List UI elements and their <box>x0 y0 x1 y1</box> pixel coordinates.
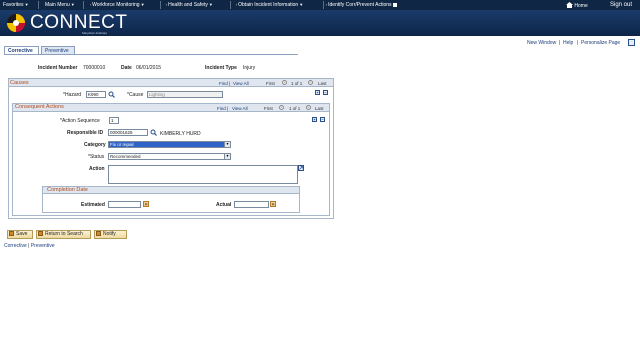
return-icon <box>38 231 43 236</box>
causes-next-button[interactable]: › <box>308 80 313 85</box>
cause-label: *Cause <box>127 92 144 98</box>
nav-separator <box>38 1 39 9</box>
incident-number-value: 70000010 <box>83 65 106 71</box>
bottom-preventive-link[interactable]: Preventive <box>31 243 55 249</box>
estimated-date-input[interactable] <box>108 201 141 208</box>
connect-logo: CONNECT <box>30 12 128 33</box>
responsible-lookup-icon[interactable] <box>150 129 157 136</box>
causes-position: 1 of 1 <box>291 81 303 86</box>
consequent-delete-row-button[interactable]: − <box>320 117 325 122</box>
favorites-menu[interactable]: Favorites▼ <box>3 2 29 8</box>
home-icon <box>566 2 573 8</box>
expand-textarea-icon[interactable] <box>298 165 304 171</box>
tab-corrective[interactable]: Corrective <box>4 46 39 54</box>
hazard-label: *Hazard <box>63 92 82 98</box>
nav-separator <box>323 1 324 9</box>
responsible-name: KIMBERLY HURD <box>160 131 201 137</box>
personalize-page-link[interactable]: Personalize Page <box>581 40 620 46</box>
tab-preventive[interactable]: Preventive <box>41 46 75 54</box>
nav-separator <box>160 1 161 9</box>
consequent-next-button[interactable]: › <box>306 105 311 110</box>
causes-first-label: First <box>266 81 275 86</box>
nav-separator: | <box>229 81 231 86</box>
new-window-link[interactable]: New Window <box>527 40 556 46</box>
help-link[interactable]: Help <box>563 40 573 46</box>
signout-link[interactable]: Sign out <box>610 2 632 8</box>
causes-prev-button[interactable]: ‹ <box>282 80 287 85</box>
responsible-id-label: Responsible ID <box>67 130 104 136</box>
save-button[interactable]: Save <box>7 230 33 239</box>
consequent-find-link[interactable]: Find <box>217 106 226 111</box>
action-sequence-label: *Action Sequence <box>60 118 100 124</box>
causes-add-row-button[interactable]: + <box>315 90 320 95</box>
toolbar-separator: | <box>559 40 561 46</box>
responsible-id-input[interactable]: 000001625 <box>108 129 148 136</box>
main-menu[interactable]: Main Menu▼ <box>45 2 75 8</box>
window-icon <box>392 2 397 7</box>
return-to-search-button[interactable]: Return to Search <box>36 230 91 239</box>
page-options-icon[interactable] <box>628 39 635 46</box>
causes-view-all-link[interactable]: View All <box>233 81 249 86</box>
top-nav-bar: Favorites▼ Main Menu▼ › Workforce Monito… <box>0 0 640 10</box>
home-link[interactable]: Home <box>566 2 588 9</box>
consequent-last-label: Last <box>315 106 324 111</box>
status-label: *Status <box>88 154 105 160</box>
incident-date-value: 06/01/2015 <box>136 65 162 71</box>
status-select[interactable]: Recommended ▼ <box>108 153 231 160</box>
bottom-corrective-link[interactable]: Corrective <box>4 243 27 249</box>
consequent-actions-title: Consequent Actions <box>15 104 64 110</box>
consequent-view-all-link[interactable]: View All <box>232 106 248 111</box>
breadcrumb-workforce[interactable]: › Workforce Monitoring▼ <box>90 2 145 8</box>
completion-date-title: Completion Date <box>47 187 88 193</box>
causes-find-link[interactable]: Find <box>219 81 228 86</box>
incident-type-value: Injury <box>243 65 256 71</box>
maryland-flag-logo-icon <box>7 14 25 32</box>
consequent-position: 1 of 1 <box>289 106 301 111</box>
actual-label: Actual <box>216 202 232 208</box>
causes-last-label: Last <box>318 81 327 86</box>
breadcrumb-obtain[interactable]: › Obtain Incident Information▼ <box>236 2 303 8</box>
estimated-calendar-icon[interactable]: ▦ <box>143 201 149 207</box>
actual-date-input[interactable] <box>234 201 269 208</box>
breadcrumb-identify[interactable]: › Identify Corr/Prevent Actions <box>326 2 397 8</box>
hazard-input[interactable]: K990 <box>86 91 106 98</box>
actual-calendar-icon[interactable]: ▦ <box>270 201 276 207</box>
hazard-lookup-icon[interactable] <box>108 91 115 98</box>
incident-type-label: Incident Type <box>205 65 237 71</box>
nav-separator: | <box>227 106 229 111</box>
notify-icon <box>96 231 101 236</box>
incident-date-label: Date <box>121 65 132 71</box>
category-select[interactable]: Fix or repair ▼ <box>108 141 231 148</box>
notify-button[interactable]: Notify <box>94 230 127 239</box>
incident-number-label: Incident Number <box>38 65 78 71</box>
nav-separator <box>230 1 231 9</box>
causes-delete-row-button[interactable]: − <box>323 90 328 95</box>
chevron-down-icon: ▼ <box>224 142 230 147</box>
chevron-down-icon: ▼ <box>224 154 230 159</box>
action-sequence-input[interactable]: 1 <box>109 117 119 124</box>
logo-subtitle: Maryland Judiciary <box>82 31 108 35</box>
tab-underline <box>4 54 298 55</box>
breadcrumb-health[interactable]: › Health and Safety▼ <box>166 2 213 8</box>
bottom-page-links: Corrective | Preventive <box>4 243 55 249</box>
consequent-first-label: First <box>264 106 273 111</box>
consequent-add-row-button[interactable]: + <box>312 117 317 122</box>
cause-field: Lighting <box>147 91 223 98</box>
consequent-prev-button[interactable]: ‹ <box>279 105 284 110</box>
nav-separator <box>83 1 84 9</box>
action-textarea[interactable] <box>108 165 298 184</box>
action-label: Action <box>89 166 105 172</box>
category-label: Category <box>84 142 106 148</box>
toolbar-separator: | <box>577 40 579 46</box>
estimated-label: Estimated <box>81 202 105 208</box>
causes-title: Causes <box>10 80 29 86</box>
save-icon <box>9 231 14 236</box>
